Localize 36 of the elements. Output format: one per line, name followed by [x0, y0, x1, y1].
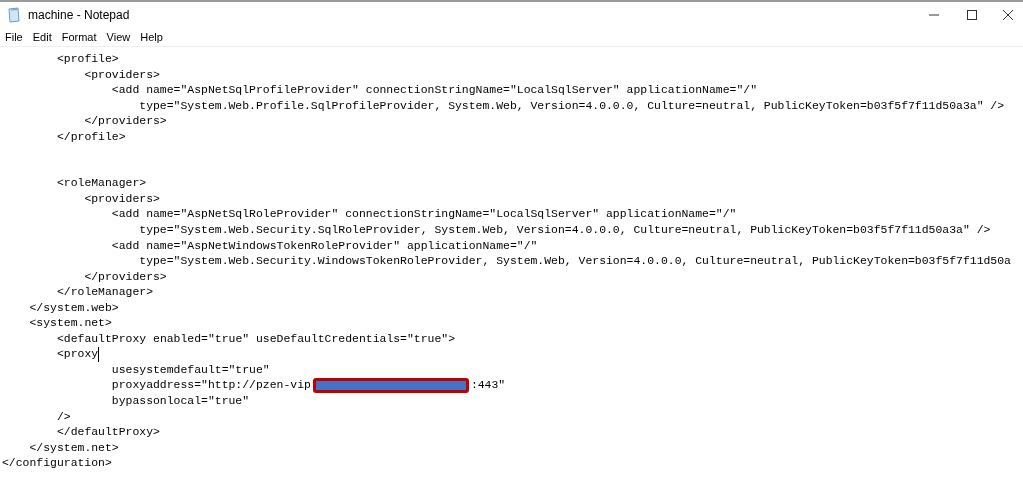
code-text: </profile> — [56, 128, 126, 145]
menu-item[interactable]: View — [101, 28, 136, 46]
code-text: <providers> — [84, 190, 160, 207]
code-text: /> — [56, 408, 71, 425]
code-text: <profile> — [56, 51, 119, 67]
menu-item[interactable]: Help — [135, 28, 168, 46]
menu-item[interactable]: File — [0, 28, 28, 46]
code-text: </providers> — [84, 113, 167, 129]
code-text: <add name="AspNetWindowsTokenRoleProvider" applicationName="/" — [111, 237, 538, 254]
close-icon[interactable] — [1003, 10, 1013, 20]
window-title: machine - Notepad — [28, 7, 130, 24]
code-text: <add name="AspNetSqlProfileProvider" connectionStringName="LocalSqlServer" applicationName="/" — [111, 82, 757, 98]
code-text: <providers> — [84, 66, 160, 83]
code-text: usesystemdefault="true" — [111, 361, 270, 378]
code-text: type="System.Web.Profile.SqlProfileProvider, System.Web, Version=4.0.0.0, Culture=neutral, PublicKeyToken=b03f5f7f11d50a3a" /> — [139, 97, 1005, 114]
code-text: </system.net> — [29, 439, 119, 456]
code-text: </configuration> — [2, 455, 112, 471]
code-text: <roleManager> — [56, 175, 147, 191]
maximize-icon[interactable] — [967, 10, 977, 20]
code-text: </providers> — [84, 268, 167, 285]
menu-item[interactable]: Format — [56, 28, 102, 46]
code-text: <defaultProxy enabled="true" useDefaultCredentials="true"> — [56, 330, 455, 347]
code-text: :443" — [470, 377, 506, 394]
code-text: <proxy — [56, 346, 99, 362]
code-text: </system.web> — [29, 299, 119, 316]
menu-item[interactable]: Edit — [27, 28, 57, 46]
code-text: type="System.Web.Security.WindowsTokenRoleProvider, System.Web, Version=4.0.0.0, Culture=neutral, PublicKeyToken=b03f5f7f11d50a — [139, 253, 1011, 269]
code-text: <add name="AspNetSqlRoleProvider" connectionStringName="LocalSqlServer" applicationName="/" — [111, 206, 737, 222]
code-text: <system.net> — [29, 315, 112, 331]
notepad-icon — [6, 7, 22, 23]
code-text: </defaultProxy> — [56, 424, 160, 440]
text-cursor — [98, 346, 100, 362]
code-text: bypassonlocal="true" — [111, 393, 250, 409]
code-text: type="System.Web.Security.SqlRoleProvider, System.Web, Version=4.0.0.0, Culture=neutral, PublicKeyToken=b03f5f7f11d50a3a" /> — [139, 222, 991, 238]
code-text: proxyaddress="http://pzen-vip — [111, 377, 311, 394]
code-text: </roleManager> — [56, 284, 153, 300]
